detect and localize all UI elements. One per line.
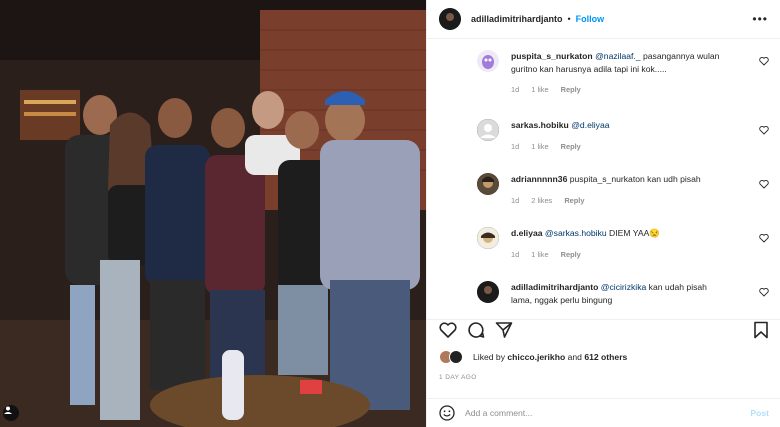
comment-item: adriannnnn36 puspita_s_nurkaton kan udh …: [477, 173, 769, 205]
post-timestamp[interactable]: 1 DAY AGO: [439, 374, 477, 381]
likes-joiner: and: [567, 352, 582, 362]
heart-icon[interactable]: [759, 233, 769, 243]
commenter-avatar[interactable]: [477, 227, 499, 249]
group-photo-illustration: [0, 0, 426, 427]
post-header: adilladimitrihardjanto • Follow •••: [427, 0, 780, 39]
commenter-avatar[interactable]: [477, 119, 499, 141]
comment-likes[interactable]: 1 like: [531, 250, 548, 259]
add-comment-bar: Post: [427, 398, 780, 427]
comment-likes[interactable]: 2 likes: [531, 196, 552, 205]
commenter-avatar[interactable]: [477, 281, 499, 303]
comment-mention[interactable]: @cicirizkika: [601, 282, 647, 292]
separator-dot: •: [567, 14, 571, 24]
liker-avatars[interactable]: [439, 350, 467, 364]
comment-author[interactable]: adriannnnn36: [511, 174, 567, 184]
comment-time[interactable]: 1d: [511, 85, 519, 94]
share-icon[interactable]: [495, 321, 513, 339]
reply-button[interactable]: Reply: [561, 85, 581, 94]
liker-avatar: [449, 350, 463, 364]
heart-icon[interactable]: [439, 322, 457, 338]
comment-item: sarkas.hobiku @d.eliyaa 1d 1 like Reply: [477, 119, 769, 151]
likes-summary: Liked by chicco.jerikho and 612 others: [439, 350, 627, 364]
comment-meta: 1d 1 like Reply: [511, 142, 767, 151]
comment-text: puspita_s_nurkaton @nazilaaf._ pasangann…: [511, 50, 721, 75]
comment-input[interactable]: [465, 408, 751, 418]
comment-mention[interactable]: @sarkas.hobiku: [545, 228, 607, 238]
heart-icon[interactable]: [759, 179, 769, 189]
comment-author[interactable]: puspita_s_nurkaton: [511, 51, 593, 61]
more-icon[interactable]: •••: [752, 12, 768, 26]
comment-time[interactable]: 1d: [511, 196, 519, 205]
comment-author[interactable]: sarkas.hobiku: [511, 120, 569, 130]
comment-likes[interactable]: 1 like: [531, 85, 548, 94]
post-button[interactable]: Post: [750, 408, 769, 418]
comment-mention[interactable]: @nazilaaf._: [595, 51, 641, 61]
follow-button[interactable]: Follow: [576, 14, 605, 24]
comment-text: adriannnnn36 puspita_s_nurkaton kan udh …: [511, 173, 721, 186]
heart-icon[interactable]: [759, 125, 769, 135]
author-username[interactable]: adilladimitrihardjanto: [471, 14, 563, 24]
comment-meta: 1d 1 like Reply: [511, 250, 767, 259]
comment-meta: 1d 2 likes Reply: [511, 196, 767, 205]
likes-user[interactable]: chicco.jerikho: [507, 352, 565, 362]
comment-text: d.eliyaa @sarkas.hobiku DIEM YAA😒: [511, 227, 721, 240]
comment-time[interactable]: 1d: [511, 250, 519, 259]
reply-button[interactable]: Reply: [561, 250, 581, 259]
bookmark-icon[interactable]: [753, 321, 769, 339]
comment-author[interactable]: adilladimitrihardjanto: [511, 282, 598, 292]
comment-time[interactable]: 1d: [511, 142, 519, 151]
post-photo[interactable]: [0, 0, 426, 427]
heart-icon[interactable]: [759, 56, 769, 66]
emoji-icon[interactable]: [439, 405, 455, 421]
comment-text: sarkas.hobiku @d.eliyaa: [511, 119, 721, 132]
likes-prefix: Liked by: [473, 352, 506, 362]
commenter-avatar[interactable]: [477, 50, 499, 72]
comment-item: puspita_s_nurkaton @nazilaaf._ pasangann…: [477, 50, 769, 94]
comment-meta: 1d 1 like Reply: [511, 85, 767, 94]
comment-text: adilladimitrihardjanto @cicirizkika kan …: [511, 281, 721, 306]
reply-button[interactable]: Reply: [561, 142, 581, 151]
comments-list: puspita_s_nurkaton @nazilaaf._ pasangann…: [427, 40, 780, 310]
comment-message: DIEM YAA😒: [606, 228, 661, 238]
likes-others[interactable]: 612 others: [584, 352, 627, 362]
comment-item: adilladimitrihardjanto @cicirizkika kan …: [477, 281, 769, 306]
comment-mention[interactable]: @d.eliyaa: [571, 120, 609, 130]
comment-message: puspita_s_nurkaton kan udh pisah: [569, 174, 701, 184]
user-tag-icon[interactable]: [3, 405, 19, 421]
author-avatar[interactable]: [439, 8, 461, 30]
comment-item: d.eliyaa @sarkas.hobiku DIEM YAA😒 1d 1 l…: [477, 227, 769, 259]
post-actions: [427, 319, 780, 341]
comment-likes[interactable]: 1 like: [531, 142, 548, 151]
post-panel: adilladimitrihardjanto • Follow ••• pusp…: [426, 0, 780, 427]
heart-icon[interactable]: [759, 287, 769, 297]
reply-button[interactable]: Reply: [564, 196, 584, 205]
commenter-avatar[interactable]: [477, 173, 499, 195]
comment-icon[interactable]: [467, 321, 485, 339]
comment-author[interactable]: d.eliyaa: [511, 228, 543, 238]
